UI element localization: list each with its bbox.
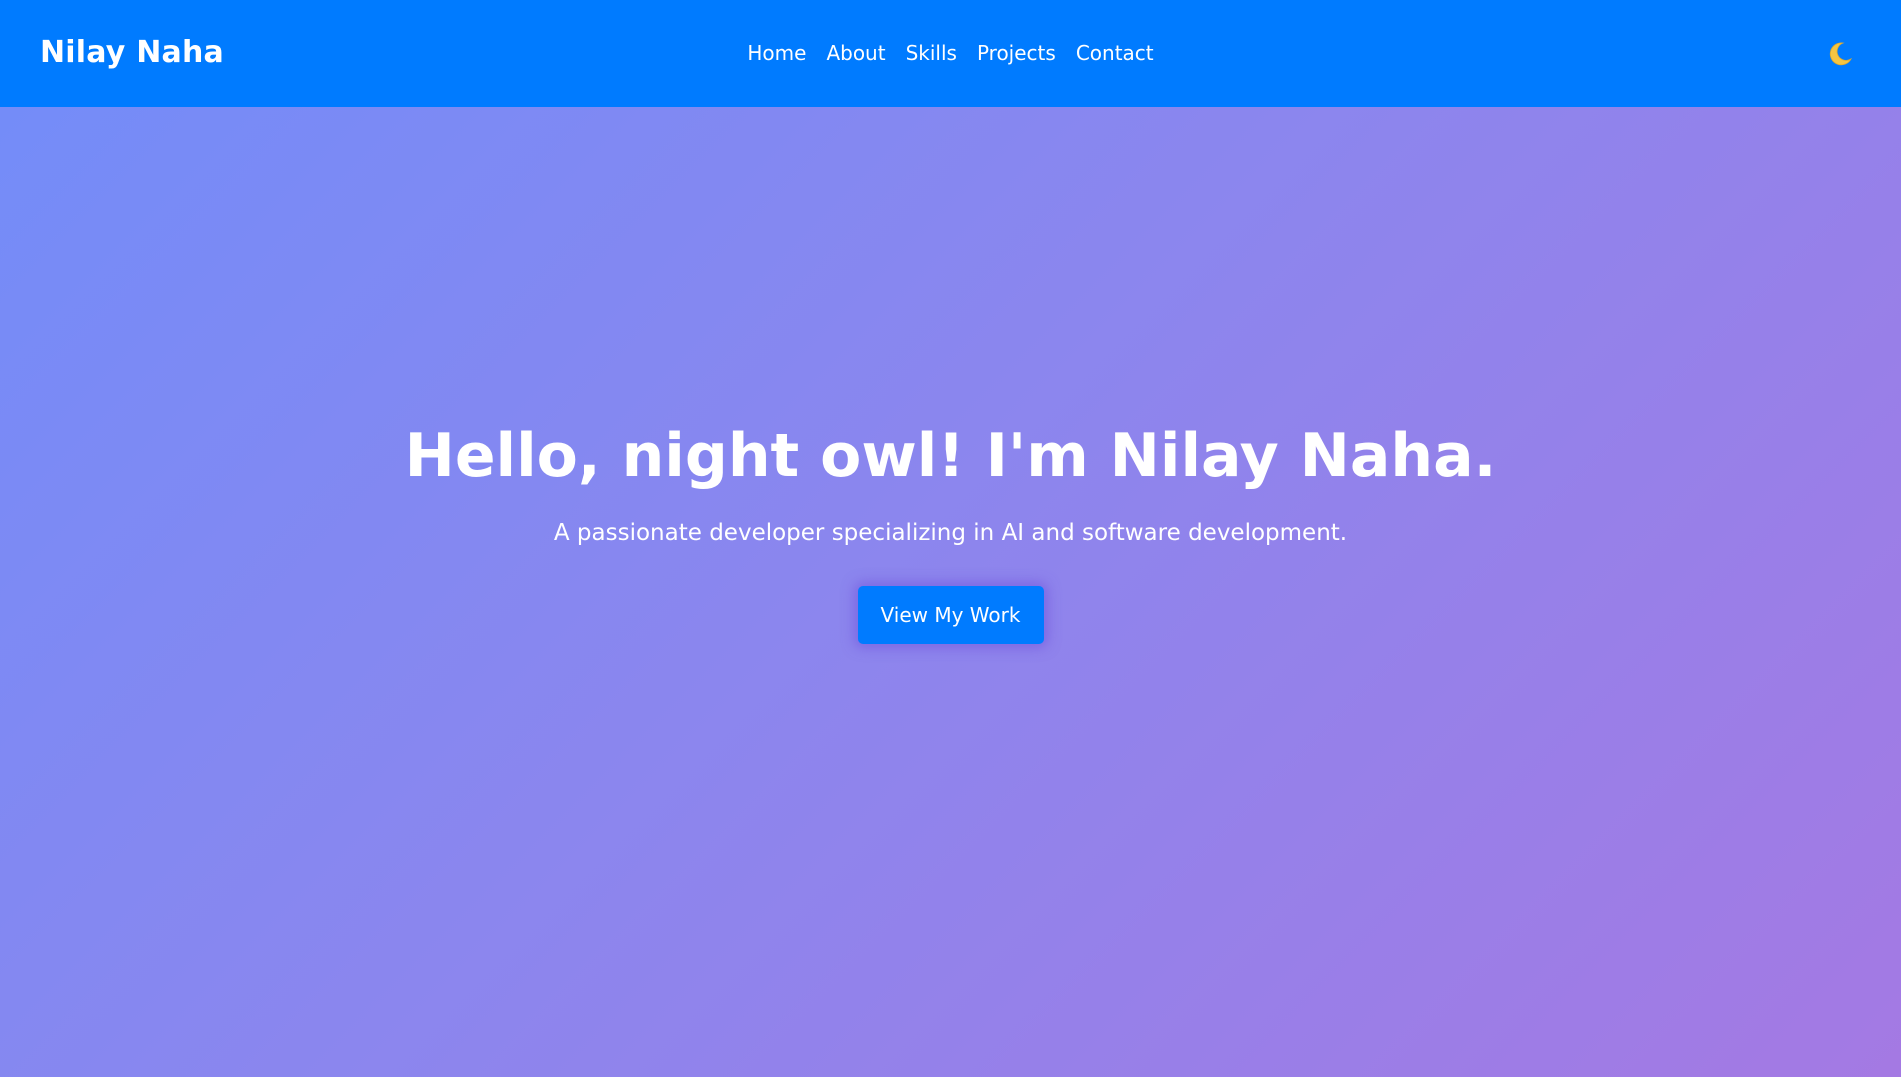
hero-subtitle: A passionate developer specializing in A… bbox=[553, 520, 1348, 546]
navbar: Nilay Naha Home About Skills Projects Co… bbox=[0, 0, 1901, 107]
nav-link-contact[interactable]: Contact bbox=[1076, 41, 1154, 65]
nav-link-skills[interactable]: Skills bbox=[906, 41, 957, 65]
nav-link-projects[interactable]: Projects bbox=[977, 41, 1056, 65]
hero-title: Hello, night owl! I'm Nilay Naha. bbox=[404, 421, 1497, 491]
hero-section: Hello, night owl! I'm Nilay Naha. A pass… bbox=[0, 107, 1901, 1077]
nav-link-home[interactable]: Home bbox=[747, 41, 806, 65]
view-my-work-button[interactable]: View My Work bbox=[857, 586, 1044, 644]
theme-toggle-button[interactable] bbox=[1817, 32, 1861, 76]
site-logo[interactable]: Nilay Naha bbox=[40, 35, 224, 70]
nav-menu: Home About Skills Projects Contact bbox=[0, 0, 1901, 107]
nav-link-about[interactable]: About bbox=[826, 41, 885, 65]
moon-icon bbox=[1829, 42, 1853, 65]
